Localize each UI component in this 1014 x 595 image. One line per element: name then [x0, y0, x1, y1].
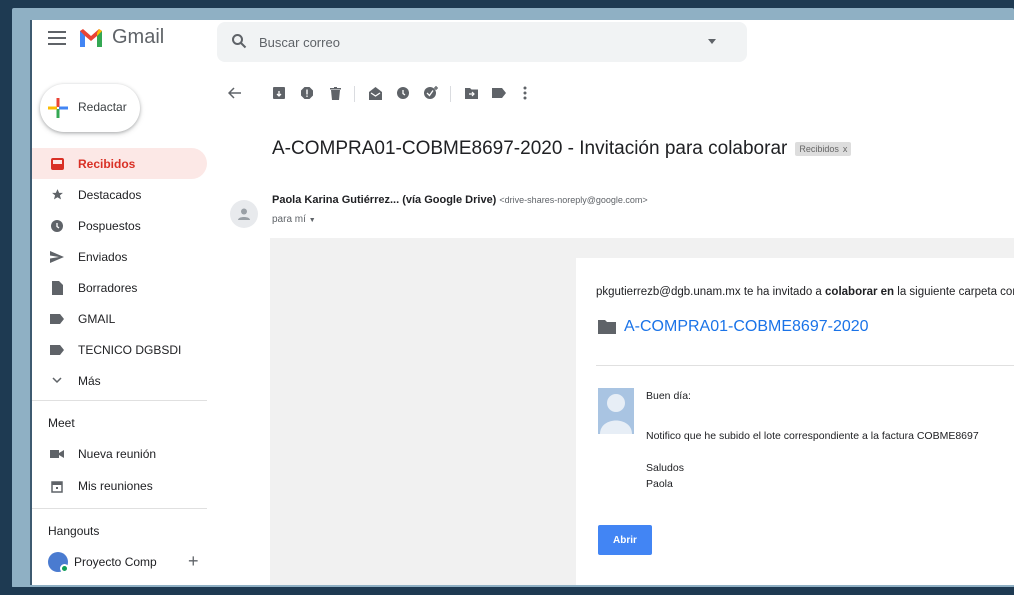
- online-status-icon: [60, 564, 69, 573]
- archive-icon[interactable]: [270, 84, 288, 102]
- sender-name[interactable]: Paola Karina Gutiérrez... (vía Google Dr…: [272, 194, 496, 206]
- draft-icon: [50, 280, 64, 295]
- sidebar-item-label: Recibidos: [78, 156, 136, 171]
- report-spam-icon[interactable]: [298, 84, 316, 102]
- clock-icon: [50, 219, 64, 233]
- hangouts-user[interactable]: Proyecto Comp: [48, 550, 208, 574]
- sidebar-item-label: Borradores: [78, 280, 138, 295]
- star-icon: [50, 188, 64, 202]
- compose-button[interactable]: Redactar: [40, 84, 140, 132]
- sidebar-item-borradores[interactable]: Borradores: [32, 272, 207, 303]
- new-meeting-item[interactable]: Nueva reunión: [50, 444, 156, 464]
- share-prefix: pkgutierrezb@dgb.unam.mx te ha invitado …: [596, 286, 826, 298]
- sidebar-item-label: Más: [78, 373, 101, 388]
- sidebar-nav: Recibidos Destacados Pospuestos Enviados…: [32, 148, 207, 396]
- avatar: [48, 552, 69, 573]
- search-icon[interactable]: [231, 33, 247, 49]
- move-to-folder-icon[interactable]: [462, 84, 480, 102]
- inbox-icon: [50, 157, 64, 171]
- label-chip-text: Recibidos: [799, 144, 839, 154]
- share-bold: colaborar en: [825, 286, 895, 298]
- recipient-details-chevron-icon[interactable]: ▼: [309, 217, 316, 224]
- mark-unread-icon[interactable]: [366, 84, 384, 102]
- share-invitation-text: pkgutierrezb@dgb.unam.mx te ha invitado …: [596, 286, 1014, 298]
- open-button[interactable]: Abrir: [598, 525, 652, 555]
- inbox-label-chip[interactable]: Recibidos x: [795, 142, 852, 156]
- sidebar-item-destacados[interactable]: Destacados: [32, 179, 207, 210]
- search-input[interactable]: [259, 22, 699, 62]
- label-icon: [50, 343, 64, 357]
- calendar-icon: [50, 479, 64, 493]
- sender-avatar: [230, 200, 258, 228]
- compose-label: Redactar: [78, 100, 127, 114]
- toolbar-separator: [354, 86, 355, 102]
- sidebar-item-label: Destacados: [78, 187, 142, 202]
- recipient-label: para mí: [272, 214, 306, 225]
- more-options-icon[interactable]: [516, 84, 534, 102]
- sidebar-divider: [32, 400, 207, 401]
- sender-email: <drive-shares-noreply@google.com>: [499, 195, 648, 205]
- video-icon: [50, 447, 64, 461]
- recipient-details[interactable]: para mí ▼: [272, 214, 316, 225]
- sidebar-item-label: TECNICO DGBSDI: [78, 342, 182, 357]
- sender-line: Paola Karina Gutiérrez... (vía Google Dr…: [272, 194, 648, 206]
- delete-icon[interactable]: [326, 84, 344, 102]
- gmail-logo-icon[interactable]: [78, 27, 104, 49]
- message-toolbar: [226, 84, 626, 108]
- remove-label-icon[interactable]: x: [843, 144, 848, 154]
- sidebar-item-tecnico-dgbsdi[interactable]: TECNICO DGBSDI: [32, 334, 207, 365]
- card-divider: [596, 365, 1014, 366]
- hangouts-section-title: Hangouts: [48, 524, 100, 538]
- compose-plus-icon: [48, 98, 68, 118]
- my-meetings-label: Mis reuniones: [78, 479, 153, 493]
- label-icon[interactable]: [490, 84, 508, 102]
- sidebar-divider: [32, 508, 207, 509]
- email-subject: A-COMPRA01-COBME8697-2020 - Invitación p…: [272, 138, 852, 160]
- sidebar-item-label: Enviados: [78, 249, 128, 264]
- sidebar-item-recibidos[interactable]: Recibidos: [32, 148, 207, 179]
- search-options-chevron-icon[interactable]: [708, 39, 716, 44]
- folder-name[interactable]: A-COMPRA01-COBME8697-2020: [624, 318, 869, 336]
- meet-section-title: Meet: [48, 416, 75, 430]
- sidebar-item-label: GMAIL: [78, 311, 116, 326]
- sidebar-item-enviados[interactable]: Enviados: [32, 241, 207, 272]
- message-greeting: Buen día:: [646, 390, 691, 402]
- sidebar-item-pospuestos[interactable]: Pospuestos: [32, 210, 207, 241]
- top-header: Gmail: [32, 20, 1014, 64]
- folder-icon: [598, 320, 616, 334]
- chevron-down-icon: [50, 374, 64, 388]
- label-icon: [50, 312, 64, 326]
- gmail-logo-text: Gmail: [112, 26, 165, 48]
- toolbar-separator: [450, 86, 451, 102]
- add-task-icon[interactable]: [422, 84, 440, 102]
- new-meeting-label: Nueva reunión: [78, 447, 157, 461]
- message-line: Notifico que he subido el lote correspon…: [646, 430, 979, 442]
- snooze-clock-icon[interactable]: [394, 84, 412, 102]
- sidebar-item-label: Pospuestos: [78, 218, 141, 233]
- my-meetings-item[interactable]: Mis reuniones: [50, 476, 153, 496]
- message-signature: Paola: [646, 478, 673, 490]
- subject-text: A-COMPRA01-COBME8697-2020 - Invitación p…: [272, 138, 788, 159]
- search-bar[interactable]: [217, 22, 747, 62]
- sidebar-item-mas[interactable]: Más: [32, 365, 207, 396]
- send-icon: [50, 250, 64, 264]
- main-menu-icon[interactable]: [48, 31, 66, 45]
- sidebar-item-gmail[interactable]: GMAIL: [32, 303, 207, 334]
- message-closing: Saludos: [646, 462, 684, 474]
- shared-folder-link[interactable]: A-COMPRA01-COBME8697-2020: [598, 318, 869, 336]
- gmail-window: Gmail Redactar Recibidos: [30, 20, 1014, 585]
- message-author-avatar: [598, 388, 634, 434]
- screenshot-bottom-frame: [0, 587, 1014, 595]
- add-hangout-button[interactable]: +: [188, 552, 199, 570]
- share-suffix: la siguiente carpeta compartida:: [897, 286, 1014, 298]
- back-arrow-icon[interactable]: [226, 84, 244, 102]
- hangouts-user-name: Proyecto Comp: [74, 555, 157, 569]
